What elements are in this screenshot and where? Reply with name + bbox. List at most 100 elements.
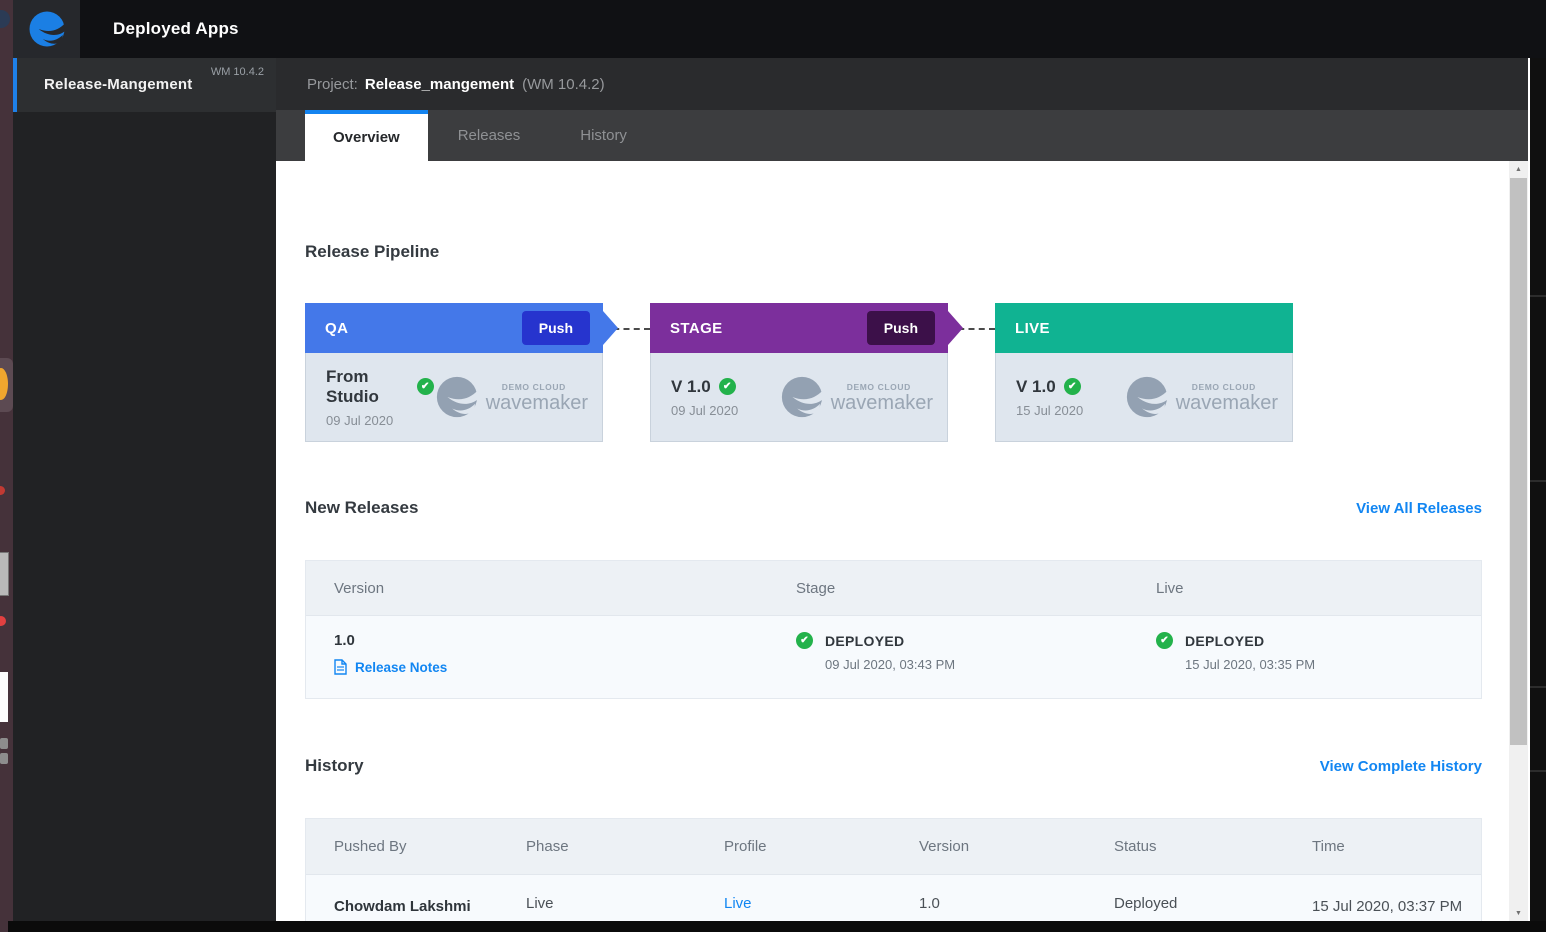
history-heading: History [305, 756, 364, 776]
column-header-time: Time [1284, 838, 1481, 855]
sidebar-item-release-mangement[interactable]: Release-Mangement WM 10.4.2 [13, 58, 276, 112]
tab-strip: Overview Releases History [276, 110, 1528, 161]
new-releases-heading: New Releases [305, 498, 418, 518]
version-cell: 1.0 Release Notes [306, 632, 768, 680]
wavemaker-brand: DEMO CLOUD wavemaker [779, 374, 933, 420]
divider [1530, 295, 1546, 297]
project-label: Project: [307, 76, 358, 93]
pushed-by-cell: Chowdam Lakshmi Ramana [306, 895, 498, 921]
wavemaker-brand: DEMO CLOUD wavemaker [434, 374, 588, 420]
divider [1530, 480, 1546, 482]
view-complete-history-link[interactable]: View Complete History [1320, 758, 1482, 775]
new-releases-table-header: Version Stage Live [306, 561, 1481, 615]
brand-wavemaker-label: wavemaker [1176, 393, 1278, 413]
vertical-scrollbar[interactable]: ▲ ▼ [1509, 161, 1528, 921]
tab-releases[interactable]: Releases [428, 110, 551, 161]
success-check-icon: ✔ [1064, 378, 1081, 395]
time-cell: 15 Jul 2020, 03:37 PM [1284, 895, 1481, 921]
wavemaker-brand: DEMO CLOUD wavemaker [1124, 374, 1278, 420]
history-table-header: Pushed By Phase Profile Version Status T… [306, 819, 1481, 874]
project-version: (WM 10.4.2) [522, 76, 605, 93]
wavemaker-logo-button[interactable] [13, 0, 80, 58]
wavemaker-wave-icon [27, 9, 67, 49]
column-header-status: Status [1086, 838, 1284, 855]
window-bottom-edge [8, 921, 1546, 932]
column-header-version: Version [891, 838, 1086, 855]
dock-icon-fragment [0, 753, 8, 764]
column-header-phase: Phase [498, 838, 696, 855]
stage-name: STAGE [670, 320, 723, 337]
top-bar: Deployed Apps [13, 0, 1546, 58]
release-notes-link[interactable]: Release Notes [334, 659, 447, 675]
scrollbar-down-arrow-icon[interactable]: ▼ [1509, 905, 1528, 921]
stage-date: 09 Jul 2020 [326, 413, 434, 428]
push-button-stage[interactable]: Push [867, 311, 935, 345]
sidebar-app-name: Release-Mangement [44, 76, 192, 93]
dock-icon-fragment [0, 552, 9, 596]
column-header-live: Live [1128, 580, 1481, 597]
sidebar: Release-Mangement WM 10.4.2 [13, 58, 276, 921]
phase-cell: Live [498, 895, 696, 921]
tab-overview[interactable]: Overview [305, 110, 428, 161]
stage-date: 15 Jul 2020 [1016, 403, 1083, 418]
dock-icon-fragment [0, 486, 5, 495]
success-check-icon: ✔ [796, 632, 813, 649]
pipeline-stage-stage: STAGE Push V 1.0 ✔ 09 Jul 2020 [650, 303, 948, 442]
live-deploy-time: 15 Jul 2020, 03:35 PM [1185, 657, 1481, 672]
project-header: Project: Release_mangement (WM 10.4.2) [276, 58, 1528, 110]
deployed-apps-window: Deployed Apps Release-Mangement WM 10.4.… [0, 0, 1546, 932]
column-header-pushed-by: Pushed By [306, 838, 498, 855]
scrollbar-up-arrow-icon[interactable]: ▲ [1509, 161, 1528, 177]
stage-name: LIVE [1015, 320, 1050, 337]
brand-wavemaker-label: wavemaker [486, 393, 588, 413]
status-cell: Deployed [1086, 895, 1284, 921]
release-pipeline: QA Push From Studio ✔ 09 Jul 2020 [305, 303, 1482, 442]
scrollbar-thumb[interactable] [1510, 178, 1527, 745]
dock-icon-fragment [0, 616, 6, 626]
stage-version: From Studio [326, 367, 409, 407]
success-check-icon: ✔ [1156, 632, 1173, 649]
dock-icon-fragment [0, 672, 8, 722]
column-header-stage: Stage [768, 580, 1128, 597]
stage-date: 09 Jul 2020 [671, 403, 738, 418]
profile-link[interactable]: Live [724, 895, 752, 912]
success-check-icon: ✔ [417, 378, 434, 395]
pipeline-stage-qa: QA Push From Studio ✔ 09 Jul 2020 [305, 303, 603, 442]
success-check-icon: ✔ [719, 378, 736, 395]
release-pipeline-heading: Release Pipeline [305, 242, 1482, 262]
column-header-version: Version [306, 580, 768, 597]
view-all-releases-link[interactable]: View All Releases [1356, 500, 1482, 517]
page-title: Deployed Apps [113, 19, 239, 39]
release-version: 1.0 [334, 632, 768, 649]
project-name: Release_mangement [365, 76, 514, 93]
brand-demo-cloud-label: DEMO CLOUD [847, 382, 933, 392]
sidebar-app-version-badge: WM 10.4.2 [211, 66, 264, 78]
background-right-strip [1530, 58, 1546, 932]
table-row: Chowdam Lakshmi Ramana Live Live 1.0 Dep… [306, 874, 1481, 921]
stage-body-stage: V 1.0 ✔ 09 Jul 2020 [650, 353, 948, 442]
stage-version: V 1.0 [1016, 377, 1056, 397]
wavemaker-wave-icon [779, 374, 825, 420]
wavemaker-wave-icon [434, 374, 480, 420]
stage-cell: ✔ DEPLOYED 09 Jul 2020, 03:43 PM [768, 632, 1128, 680]
history-table: Pushed By Phase Profile Version Status T… [305, 818, 1482, 921]
column-header-profile: Profile [696, 838, 891, 855]
dock-icon-fragment [0, 10, 10, 28]
stage-header-qa: QA Push [305, 303, 603, 353]
stage-arrow-icon [603, 311, 618, 345]
new-releases-table: Version Stage Live 1.0 [305, 560, 1482, 699]
document-icon [334, 659, 347, 675]
tab-history[interactable]: History [550, 110, 657, 161]
stage-deploy-status: DEPLOYED [825, 633, 904, 649]
background-dock-strip [0, 0, 13, 932]
brand-wavemaker-label: wavemaker [831, 393, 933, 413]
main-content: Release Pipeline QA Push From Studio ✔ [276, 161, 1509, 921]
live-deploy-status: DEPLOYED [1185, 633, 1264, 649]
stage-header-live: LIVE [995, 303, 1293, 353]
wavemaker-wave-icon [1124, 374, 1170, 420]
brand-demo-cloud-label: DEMO CLOUD [502, 382, 588, 392]
stage-header-stage: STAGE Push [650, 303, 948, 353]
stage-arrow-icon [948, 311, 963, 345]
push-button-qa[interactable]: Push [522, 311, 590, 345]
divider [1530, 686, 1546, 688]
